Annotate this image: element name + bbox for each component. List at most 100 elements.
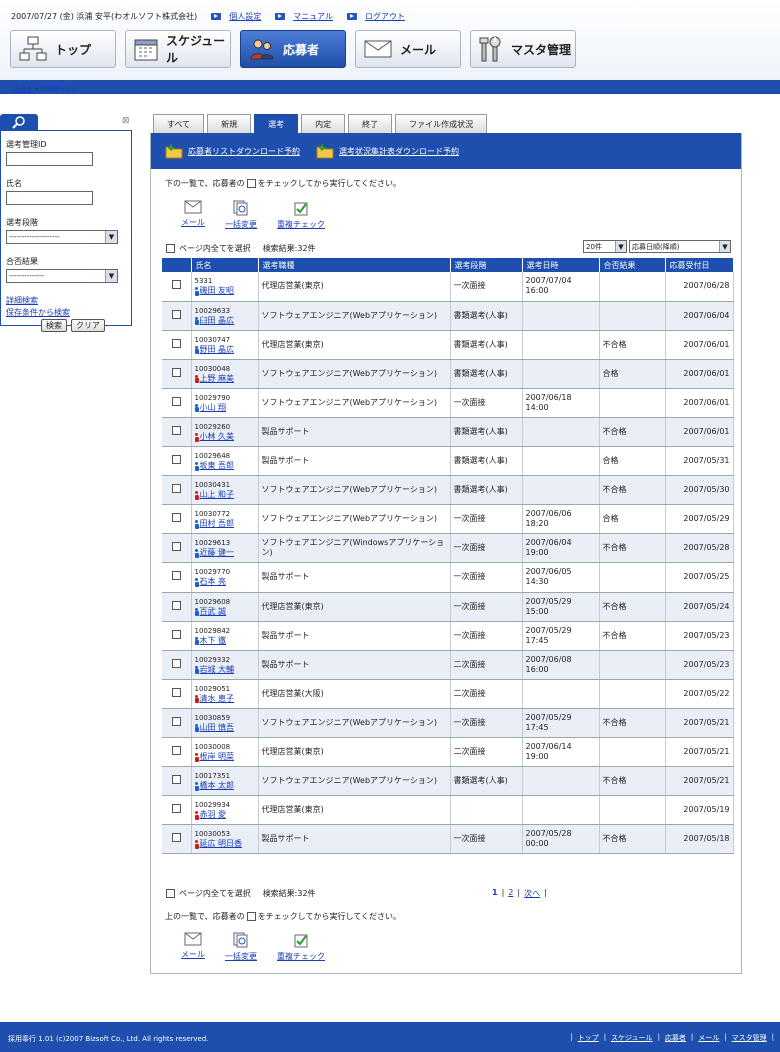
- applicant-name-link[interactable]: 清水 恵子: [200, 694, 235, 704]
- row-checkbox[interactable]: [171, 716, 181, 726]
- applicant-name-link[interactable]: 上野 麻美: [200, 374, 235, 384]
- row-checkbox[interactable]: [171, 484, 181, 494]
- applicant-name-link[interactable]: 木下 徹: [200, 636, 227, 646]
- footer-link-top[interactable]: トップ: [578, 1033, 599, 1043]
- applicant-name-link[interactable]: 小山 翔: [200, 403, 227, 413]
- personal-settings-link[interactable]: 個人設定: [229, 11, 261, 22]
- footer-link-applicants[interactable]: 応募者: [665, 1033, 686, 1043]
- applicant-name-link[interactable]: 臼田 晶広: [200, 316, 235, 326]
- footer-link-schedule[interactable]: スケジュール: [611, 1033, 653, 1043]
- applicant-name-link[interactable]: 磯田 友昭: [200, 286, 235, 296]
- row-checkbox[interactable]: [171, 542, 181, 552]
- manual-link[interactable]: マニュアル: [293, 11, 333, 22]
- nav-schedule-button[interactable]: スケジュール: [125, 30, 231, 68]
- clear-button[interactable]: クリア: [71, 319, 105, 332]
- applicant-name-link[interactable]: 山田 慎吾: [200, 723, 235, 733]
- row-checkbox[interactable]: [171, 629, 181, 639]
- result-cell: [599, 388, 666, 418]
- row-checkbox[interactable]: [171, 309, 181, 319]
- row-checkbox[interactable]: [171, 367, 181, 377]
- applicant-name-link[interactable]: 根岸 明菜: [200, 752, 235, 762]
- nav-top-button[interactable]: トップ: [10, 30, 116, 68]
- row-checkbox[interactable]: [171, 396, 181, 406]
- header-result[interactable]: 合否結果: [599, 258, 666, 272]
- duplicate-check-action[interactable]: 重複チェック: [277, 200, 325, 230]
- male-person-icon: [194, 607, 199, 617]
- select-all-checkbox[interactable]: [166, 244, 175, 253]
- applicant-name-link[interactable]: 岩城 大輔: [200, 665, 235, 675]
- row-checkbox[interactable]: [171, 658, 181, 668]
- applicant-name-link[interactable]: 延広 明日香: [200, 839, 243, 849]
- search-tab[interactable]: [0, 114, 38, 130]
- nav-master-button[interactable]: マスタ管理: [470, 30, 576, 68]
- applicant-name-link[interactable]: 田村 吾郎: [200, 519, 235, 529]
- tab-finished[interactable]: 終了: [348, 114, 393, 133]
- table-row: 10029648 坂東 吾郎 製品サポート 書類選考(人事) 合格 2007/05/31: [162, 446, 734, 477]
- duplicate-check-action[interactable]: 重複チェック: [277, 932, 325, 962]
- mail-action[interactable]: メール: [181, 200, 205, 230]
- logout-link[interactable]: ログアウト: [365, 11, 405, 22]
- sort-select[interactable]: 応募日順(降順) ▼: [629, 240, 731, 253]
- header-date[interactable]: 応募受付日: [665, 258, 734, 272]
- row-checkbox[interactable]: [171, 513, 181, 523]
- tab-offer[interactable]: 内定: [301, 114, 346, 133]
- applicant-name-link[interactable]: 小林 久美: [200, 432, 235, 442]
- tab-new[interactable]: 新規: [207, 114, 252, 133]
- applicant-id: 10029934: [194, 801, 231, 810]
- page-1[interactable]: 1: [492, 888, 498, 899]
- search-button[interactable]: 検索: [41, 319, 67, 332]
- applicant-list-download[interactable]: 応募者リストダウンロード予約: [165, 143, 300, 159]
- row-checkbox[interactable]: [171, 775, 181, 785]
- advanced-search-link[interactable]: 詳細検索: [6, 295, 126, 307]
- applicant-name-link[interactable]: 赤羽 愛: [200, 810, 227, 820]
- result-select[interactable]: -------------- ▼: [6, 269, 118, 283]
- applicant-name-link[interactable]: 橋本 太郎: [200, 781, 235, 791]
- footer-link-mail[interactable]: メール: [698, 1033, 719, 1043]
- row-checkbox[interactable]: [171, 338, 181, 348]
- result-cell: 合格: [599, 504, 666, 535]
- folder-icon: [316, 144, 334, 159]
- selection-summary-download[interactable]: 選考状況集計表ダウンロード予約: [316, 143, 459, 159]
- tab-selection[interactable]: 選考: [254, 114, 299, 133]
- page-2[interactable]: 2: [508, 888, 513, 899]
- row-checkbox[interactable]: [171, 571, 181, 581]
- applicant-name-link[interactable]: 山上 和子: [200, 490, 235, 500]
- applicant-name-link[interactable]: 近藤 健一: [200, 548, 235, 558]
- header-datetime[interactable]: 選考日時: [522, 258, 600, 272]
- per-page-select[interactable]: 20件 ▼: [583, 240, 627, 253]
- saved-search-link[interactable]: 保存条件から検索: [6, 307, 126, 319]
- select-all-checkbox[interactable]: [166, 889, 175, 898]
- tab-all[interactable]: すべて: [153, 114, 205, 133]
- breadcrumb-applicants-link[interactable]: 応募者: [14, 86, 32, 93]
- name-input[interactable]: [6, 191, 93, 205]
- tab-file-status[interactable]: ファイル作成状況: [395, 114, 488, 133]
- selection-id-input[interactable]: [6, 152, 93, 166]
- close-icon[interactable]: ⊠: [122, 116, 130, 126]
- bulk-change-action[interactable]: 一括変更: [225, 200, 257, 230]
- date-cell: 2007/05/25: [665, 562, 734, 593]
- applicant-name-link[interactable]: 百武 誠: [200, 607, 227, 617]
- stage-select[interactable]: -------------------- ▼: [6, 230, 118, 244]
- table-row: 10030048 上野 麻美 ソフトウェアエンジニア(Webアプリケーション) 書類選…: [162, 359, 734, 389]
- header-name[interactable]: 氏名: [191, 258, 259, 272]
- header-stage[interactable]: 選考段階: [450, 258, 523, 272]
- nav-mail-button[interactable]: メール: [355, 30, 461, 68]
- row-checkbox[interactable]: [171, 455, 181, 465]
- footer-link-master[interactable]: マスタ管理: [732, 1033, 767, 1043]
- mail-action[interactable]: メール: [181, 932, 205, 962]
- row-checkbox[interactable]: [171, 804, 181, 814]
- next-page-link[interactable]: 次へ: [524, 888, 540, 899]
- bulk-edit-icon: [233, 932, 248, 948]
- header-job[interactable]: 選考職種: [258, 258, 451, 272]
- nav-applicants-button[interactable]: 応募者: [240, 30, 346, 68]
- row-checkbox[interactable]: [171, 833, 181, 843]
- applicant-name-link[interactable]: 野田 晶広: [200, 345, 235, 355]
- row-checkbox[interactable]: [171, 426, 181, 436]
- applicant-name-link[interactable]: 坂東 吾郎: [200, 461, 235, 471]
- row-checkbox[interactable]: [171, 280, 181, 290]
- row-checkbox[interactable]: [171, 687, 181, 697]
- row-checkbox[interactable]: [171, 600, 181, 610]
- row-checkbox[interactable]: [171, 746, 181, 756]
- applicant-name-link[interactable]: 石本 亮: [200, 577, 227, 587]
- bulk-change-action[interactable]: 一括変更: [225, 932, 257, 962]
